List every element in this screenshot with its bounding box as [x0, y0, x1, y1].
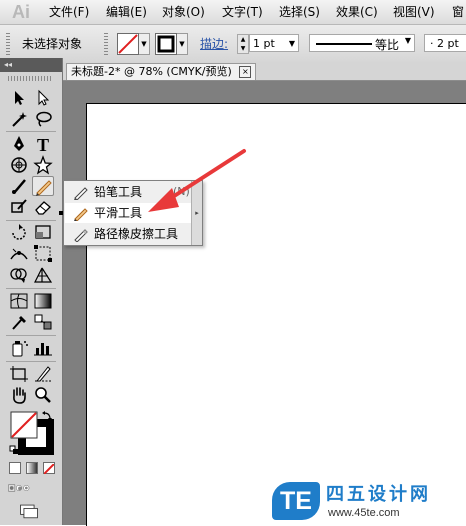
- watermark-logo: TE: [272, 482, 320, 520]
- annotation-arrow: [148, 149, 246, 212]
- watermark: TE 四五设计网 www.45te.com: [268, 479, 466, 525]
- watermark-name: 四五设计网: [326, 484, 431, 505]
- watermark-url: www.45te.com: [328, 507, 400, 519]
